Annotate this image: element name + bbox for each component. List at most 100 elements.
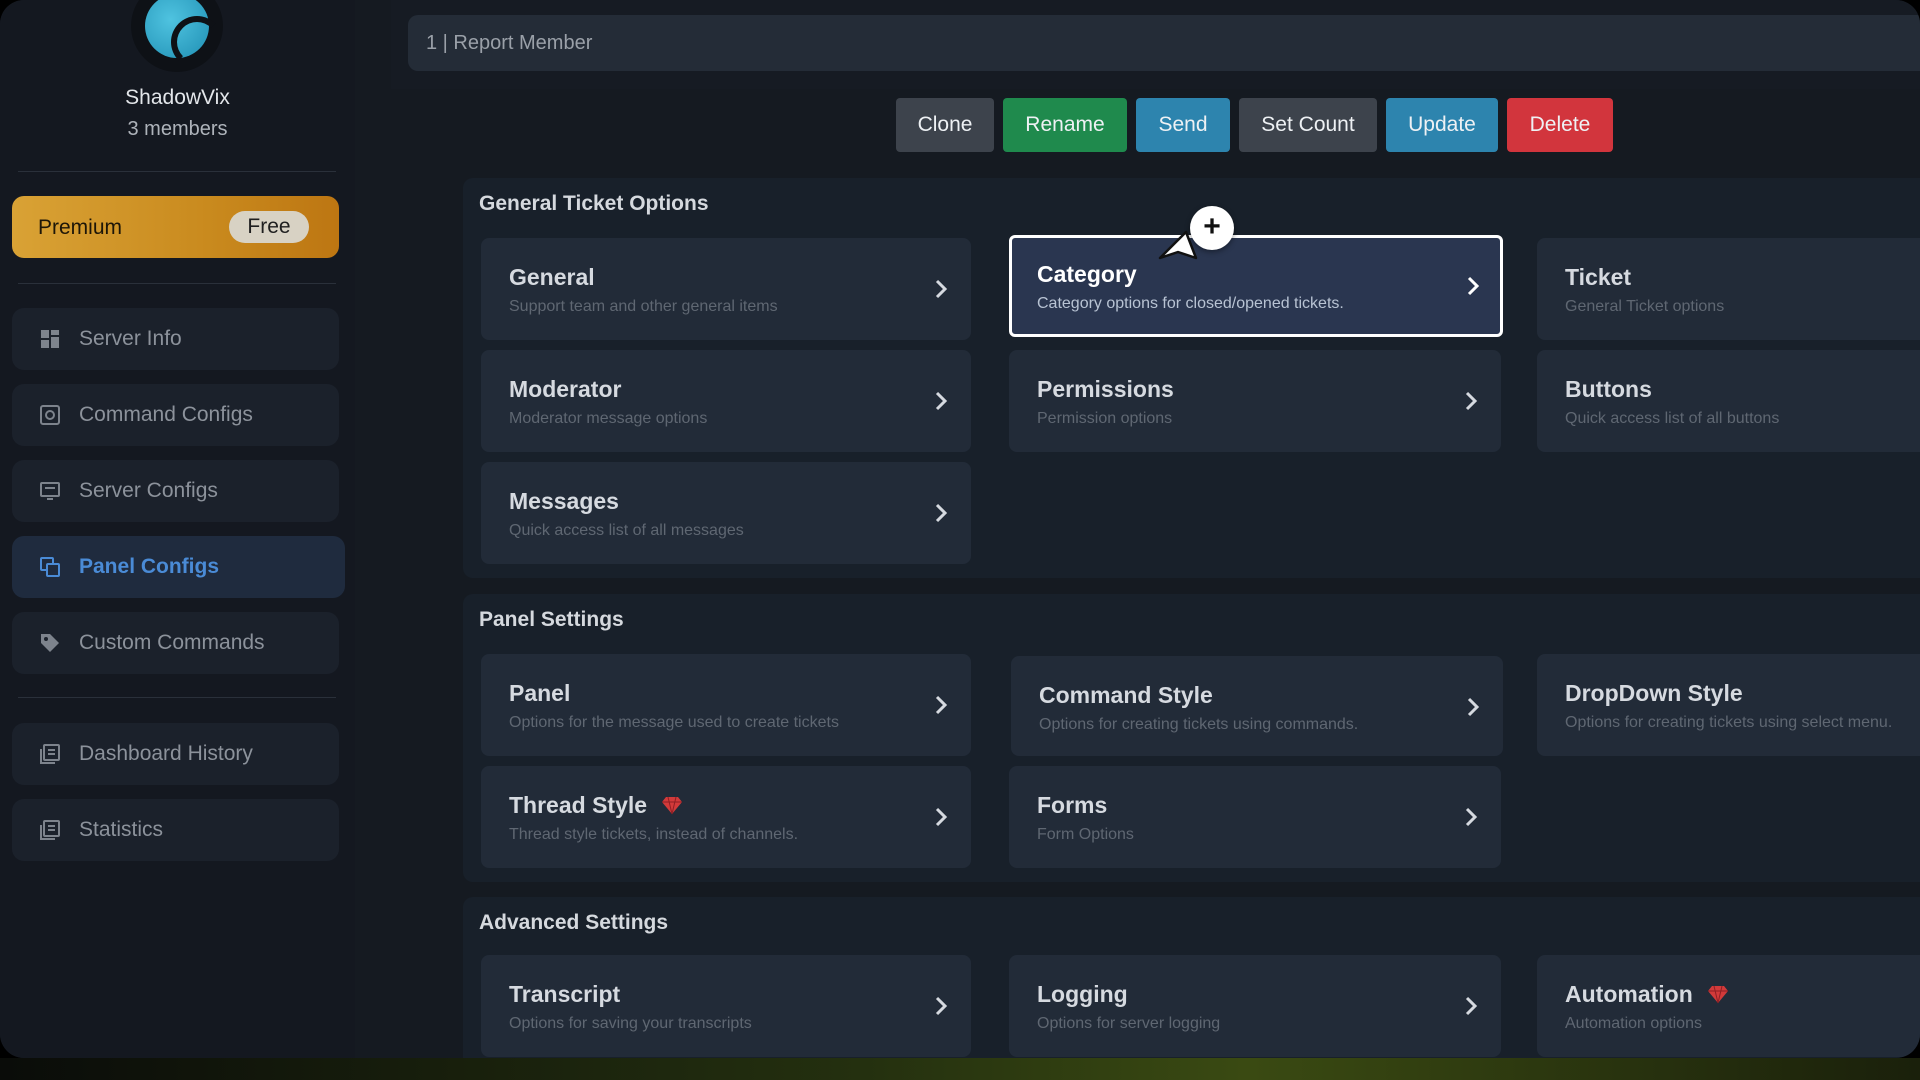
card-ticket[interactable]: Ticket General Ticket options <box>1537 238 1920 340</box>
clone-button[interactable]: Clone <box>896 98 994 152</box>
panel-settings-section: Panel Settings Panel Options for the mes… <box>463 594 1920 882</box>
delete-button[interactable]: Delete <box>1507 98 1613 152</box>
server-logo[interactable] <box>131 0 223 72</box>
chevron-right-icon <box>935 695 948 715</box>
card-moderator[interactable]: Moderator Moderator message options <box>481 350 971 452</box>
card-title-text: Thread Style <box>509 792 648 818</box>
sidebar-item-statistics[interactable]: Statistics <box>12 799 339 861</box>
card-title: Logging <box>1037 981 1128 1007</box>
card-description: Moderator message options <box>509 410 708 427</box>
card-buttons[interactable]: Buttons Quick access list of all buttons <box>1537 350 1920 452</box>
card-title: Transcript <box>509 981 621 1007</box>
card-title: Ticket <box>1565 264 1632 290</box>
sidebar-item-label: Statistics <box>79 818 164 841</box>
chevron-right-icon <box>1465 996 1478 1016</box>
card-panel[interactable]: Panel Options for the message used to cr… <box>481 654 971 756</box>
sidebar-item-custom-commands[interactable]: Custom Commands <box>12 612 339 674</box>
card-description: Quick access list of all buttons <box>1565 410 1780 427</box>
card-forms[interactable]: Forms Form Options <box>1009 766 1501 868</box>
sidebar-item-label: Panel Configs <box>79 555 220 578</box>
card-title: Category <box>1037 261 1137 287</box>
sidebar-item-panel-configs[interactable]: Panel Configs <box>12 536 345 598</box>
chevron-right-icon <box>1465 391 1478 411</box>
card-logging[interactable]: Logging Options for server logging <box>1009 955 1501 1057</box>
card-title: Thread Style <box>509 792 683 819</box>
card-title: Messages <box>509 488 619 514</box>
card-thread-style[interactable]: Thread Style Thread style tickets, inste… <box>481 766 971 868</box>
sidebar-item-label: Custom Commands <box>79 631 265 654</box>
server-name: ShadowVix <box>125 86 230 109</box>
chevron-right-icon <box>935 503 948 523</box>
card-title-text: Automation <box>1565 981 1693 1007</box>
rename-button[interactable]: Rename <box>1003 98 1127 152</box>
card-category[interactable]: Category Category options for closed/ope… <box>1009 235 1503 337</box>
card-permissions[interactable]: Permissions Permission options <box>1009 350 1501 452</box>
chevron-right-icon <box>935 391 948 411</box>
card-description: Options for the message used to create t… <box>509 714 839 731</box>
tag-icon <box>41 634 59 652</box>
history-icon <box>40 744 60 764</box>
sidebar-item-label: Command Configs <box>79 403 253 426</box>
section-title: General Ticket Options <box>479 192 709 215</box>
sidebar-item-dashboard-history[interactable]: Dashboard History <box>12 723 339 785</box>
card-transcript[interactable]: Transcript Options for saving your trans… <box>481 955 971 1057</box>
card-description: Permission options <box>1037 410 1173 427</box>
add-badge-icon: + <box>1190 206 1234 250</box>
divider <box>18 697 336 698</box>
card-title: Automation <box>1565 981 1729 1008</box>
card-general[interactable]: General Support team and other general i… <box>481 238 971 340</box>
stats-icon <box>40 820 60 840</box>
card-command-style[interactable]: Command Style Options for creating ticke… <box>1011 656 1503 756</box>
set-count-button[interactable]: Set Count <box>1239 98 1377 152</box>
chevron-right-icon <box>935 279 948 299</box>
send-button[interactable]: Send <box>1136 98 1230 152</box>
sidebar-item-server-info[interactable]: Server Info <box>12 308 339 370</box>
card-title: Permissions <box>1037 376 1174 402</box>
card-description: Options for server logging <box>1037 1015 1221 1032</box>
gear-box-icon <box>40 405 60 425</box>
chevron-right-icon <box>1467 276 1480 296</box>
grid-icon <box>41 330 59 348</box>
section-title: Advanced Settings <box>479 911 669 934</box>
card-title: DropDown Style <box>1565 680 1743 706</box>
card-automation[interactable]: Automation Automation options <box>1537 955 1920 1057</box>
chevron-right-icon <box>1465 807 1478 827</box>
card-description: General Ticket options <box>1565 298 1725 315</box>
card-title: Forms <box>1037 792 1108 818</box>
gem-icon <box>1707 985 1728 1004</box>
divider <box>18 171 336 172</box>
card-title: Moderator <box>509 376 622 402</box>
section-title: Panel Settings <box>479 608 624 631</box>
monitor-icon <box>40 482 60 500</box>
server-member-count: 3 members <box>127 118 228 140</box>
card-description: Form Options <box>1037 826 1134 843</box>
card-description: Support team and other general items <box>509 298 778 315</box>
card-description: Thread style tickets, instead of channel… <box>509 826 799 843</box>
update-button[interactable]: Update <box>1386 98 1498 152</box>
chevron-right-icon <box>935 996 948 1016</box>
divider <box>18 283 336 284</box>
panel-name-input[interactable] <box>408 15 1920 71</box>
advanced-settings-section: Advanced Settings Transcript Options for… <box>463 897 1920 1058</box>
sidebar: ShadowVix 3 members Premium Free Server … <box>0 0 355 1058</box>
card-title: Panel <box>509 680 571 706</box>
card-dropdown-style[interactable]: DropDown Style Options for creating tick… <box>1537 654 1920 756</box>
desktop-background-strip <box>0 1058 1920 1080</box>
sidebar-item-label: Dashboard History <box>79 742 253 765</box>
card-title: General <box>509 264 595 290</box>
sidebar-item-command-configs[interactable]: Command Configs <box>12 384 339 446</box>
layers-icon <box>40 557 60 577</box>
gem-icon <box>662 796 683 815</box>
sidebar-item-label: Server Info <box>79 327 182 350</box>
app-window: ShadowVix 3 members Premium Free Server … <box>0 0 1920 1058</box>
card-description: Category options for closed/opened ticke… <box>1037 295 1344 312</box>
card-description: Options for creating tickets using selec… <box>1565 714 1893 731</box>
logo-swirl <box>171 16 223 68</box>
card-description: Automation options <box>1565 1015 1702 1032</box>
card-description: Options for creating tickets using comma… <box>1039 716 1359 733</box>
sidebar-item-server-configs[interactable]: Server Configs <box>12 460 339 522</box>
premium-banner[interactable]: Premium Free <box>12 196 339 258</box>
card-description: Quick access list of all messages <box>509 522 744 539</box>
sidebar-item-label: Server Configs <box>79 479 218 502</box>
card-messages[interactable]: Messages Quick access list of all messag… <box>481 462 971 564</box>
